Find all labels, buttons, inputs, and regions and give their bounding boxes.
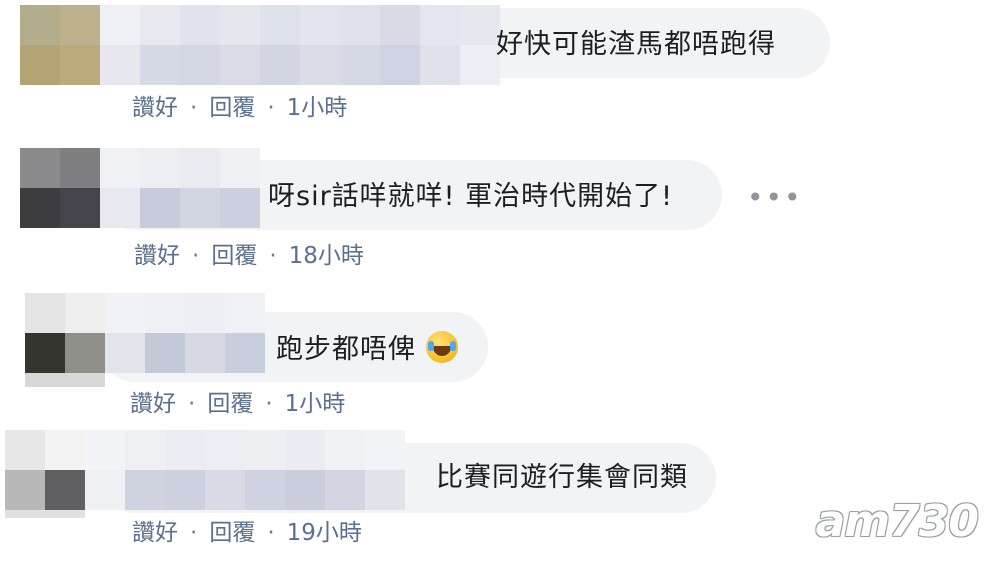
separator: · [188, 391, 196, 417]
separator: · [190, 520, 198, 546]
comment-text: 呀sir話咩就咩! 軍治時代開始了! [268, 181, 673, 212]
blurred-avatar-edge [25, 373, 105, 387]
blurred-avatar-and-name [20, 5, 500, 85]
like-link[interactable]: 讚好 [132, 520, 178, 546]
more-options-icon[interactable]: ••• [747, 184, 803, 212]
like-link[interactable]: 讚好 [134, 243, 180, 269]
comment-actions: 讚好 · 回覆 · 19小時 [132, 513, 372, 547]
reply-link[interactable]: 回覆 [209, 520, 255, 546]
blurred-avatar-and-name [25, 293, 265, 373]
separator: · [267, 520, 275, 546]
comment-text-content: 跑步都唔俾 [276, 334, 416, 365]
separator: · [269, 243, 277, 269]
am730-watermark-logo: am730 [815, 496, 979, 547]
timestamp-link[interactable]: 1小時 [287, 95, 348, 121]
comment-actions: 讚好 · 回覆 · 1小時 [132, 88, 357, 122]
blurred-avatar-and-name [5, 430, 405, 510]
comment-actions: 讚好 · 回覆 · 18小時 [134, 236, 374, 270]
reply-link[interactable]: 回覆 [209, 95, 255, 121]
separator: · [192, 243, 200, 269]
like-link[interactable]: 讚好 [132, 95, 178, 121]
comment-text: 跑步都唔俾 [276, 331, 458, 367]
reply-link[interactable]: 回覆 [211, 243, 257, 269]
separator: · [190, 95, 198, 121]
blurred-avatar-and-name [20, 148, 260, 228]
timestamp-link[interactable]: 1小時 [285, 391, 346, 417]
reply-link[interactable]: 回覆 [207, 391, 253, 417]
timestamp-link[interactable]: 18小時 [289, 243, 364, 269]
tears-of-joy-emoji [426, 331, 458, 363]
comment-actions: 讚好 · 回覆 · 1小時 [130, 384, 355, 418]
separator: · [265, 391, 273, 417]
comment-text: 好快可能渣馬都唔跑得 [496, 29, 776, 60]
like-link[interactable]: 讚好 [130, 391, 176, 417]
comment-text: 比賽同遊行集會同類 [436, 462, 688, 493]
timestamp-link[interactable]: 19小時 [287, 520, 362, 546]
blurred-avatar-edge [5, 510, 85, 518]
separator: · [267, 95, 275, 121]
